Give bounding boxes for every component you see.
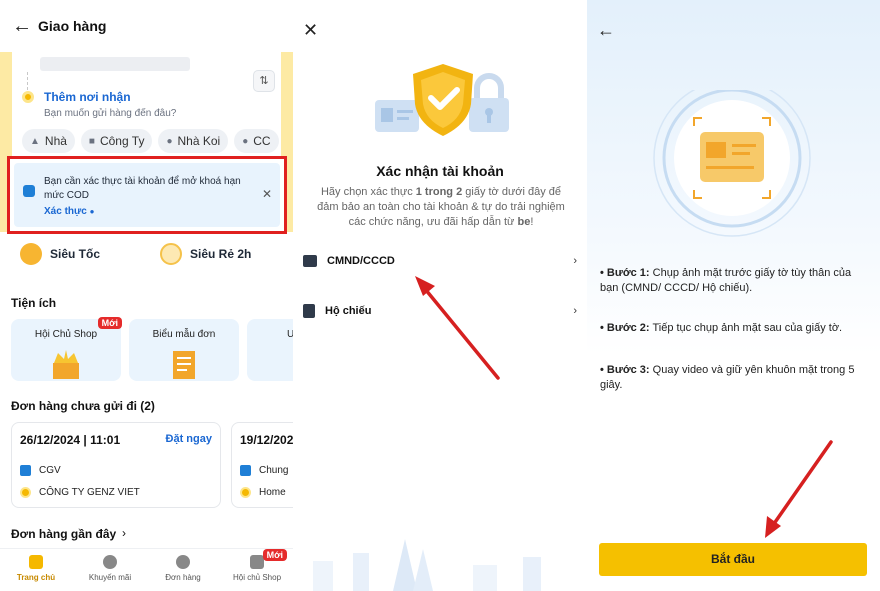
gear-icon: [103, 555, 117, 569]
location-pin-icon: [240, 487, 251, 498]
saved-place-chip[interactable]: ● CC: [234, 129, 279, 153]
verify-link[interactable]: Xác thực ●: [44, 206, 94, 217]
account-verification-screen: ✕ Xác nhận tài khoản Hãy chọn xác thực 1…: [293, 0, 587, 591]
location-pin-icon: [22, 91, 34, 103]
nav-promotions[interactable]: Khuyến mãi: [78, 553, 142, 582]
saved-place-chip[interactable]: ▲ Nhà: [22, 129, 75, 153]
verification-description: Hãy chọn xác thực 1 trong 2 giấy tờ dưới…: [317, 186, 565, 228]
delivery-home-screen: ⇅ Thêm nơi nhận Bạn muốn gửi hàng đến đâ…: [0, 0, 293, 591]
clipboard-icon: [173, 351, 195, 379]
nav-shop-club[interactable]: Hội chủ Shop Mới: [225, 549, 289, 582]
chevron-right-icon: ›: [573, 255, 577, 267]
info-icon: ●: [89, 207, 95, 216]
location-pin-icon: [20, 487, 31, 498]
store-icon: [20, 465, 31, 476]
step-2: • Bước 2: Tiếp tục chụp ảnh mặt sau của …: [600, 322, 843, 334]
shop-icon: [250, 555, 264, 569]
back-arrow-icon[interactable]: ←: [597, 20, 615, 41]
page-title: Xác nhận tài khoản: [376, 163, 504, 179]
back-arrow-icon[interactable]: ←: [12, 15, 36, 38]
new-badge: Mới: [97, 317, 122, 329]
location-pin-icon: ●: [166, 135, 173, 147]
saved-place-chip[interactable]: ■ Công Ty: [80, 129, 153, 153]
passport-icon: [303, 304, 315, 318]
home-icon: ▲: [30, 135, 40, 147]
id-card-icon: [303, 255, 317, 267]
recent-orders-title[interactable]: Đơn hàng gần đây: [11, 527, 116, 541]
app-header: ← Giao hàng: [0, 0, 293, 52]
pending-orders-title: Đơn hàng chưa gửi đi (2): [11, 399, 155, 413]
saved-places: ▲ Nhà ■ Công Ty ● Nhà Koi ● CC: [22, 129, 279, 153]
service-super-fast[interactable]: Siêu Tốc: [20, 240, 100, 268]
order-card[interactable]: 26/12/2024 | 11:01 Đặt ngay CGV CÔNG TY …: [11, 422, 221, 508]
close-icon[interactable]: ✕: [303, 20, 318, 41]
id-card-scan-icon: [653, 90, 811, 237]
highlighted-verification-banner: Bạn cần xác thực tài khoản để mở khoá hạ…: [7, 156, 287, 234]
page-title: Giao hàng: [38, 18, 107, 34]
utility-order-templates[interactable]: Biểu mẫu đơn: [129, 319, 239, 381]
city-skyline-decoration: [313, 539, 541, 591]
location-pin-icon: ●: [242, 135, 249, 147]
pointer-arrow: [415, 276, 500, 380]
step-1: • Bước 1: Chụp ảnh mặt trước giấy tờ tùy…: [600, 267, 852, 294]
service-super-cheap[interactable]: Siêu Rẻ 2h: [160, 240, 251, 268]
utilities-title: Tiện ích: [11, 296, 57, 310]
start-button[interactable]: Bắt đầu: [599, 543, 867, 576]
sender-address-placeholder: [40, 57, 190, 71]
pointer-arrow: [765, 440, 833, 538]
shield-check-icon: [375, 64, 509, 136]
chevron-right-icon: ›: [573, 305, 577, 317]
wallet-icon: [23, 185, 35, 197]
nav-home[interactable]: Trang chủ: [4, 553, 68, 582]
clock-icon: [160, 243, 182, 265]
clock-icon: [176, 555, 190, 569]
step-3: • Bước 3: Quay video và giữ yên khuôn mặ…: [600, 364, 855, 391]
store-icon: [240, 465, 251, 476]
order-now-button[interactable]: Đặt ngay: [166, 433, 212, 445]
utility-shop-owners-club[interactable]: Hội Chủ Shop Mới: [11, 317, 122, 381]
verification-steps-screen: ← • Bước 1: Chụp ảnh mặt trước giấy tờ t…: [587, 0, 880, 591]
swap-address-button[interactable]: ⇅: [253, 70, 275, 92]
verification-message: Bạn cần xác thực tài khoản để mở khoá hạ…: [44, 176, 241, 201]
nav-orders[interactable]: Đơn hàng: [151, 553, 215, 582]
briefcase-icon: ■: [88, 135, 95, 147]
recipient-prompt: Bạn muốn gửi hàng đến đâu?: [44, 108, 177, 119]
add-recipient-link[interactable]: Thêm nơi nhận: [44, 90, 131, 104]
bottom-navigation: Trang chủ Khuyến mãi Đơn hàng Hội chủ Sh…: [0, 548, 293, 591]
package-icon: [20, 243, 42, 265]
saved-place-chip[interactable]: ● Nhà Koi: [158, 129, 229, 153]
chevron-right-icon[interactable]: ›: [122, 526, 126, 540]
new-badge: Mới: [262, 549, 287, 561]
close-icon[interactable]: ✕: [262, 187, 272, 201]
utility-more[interactable]: U: [247, 319, 293, 381]
order-card[interactable]: 19/12/202 Chung Home: [231, 422, 293, 508]
home-icon: [29, 555, 43, 569]
crown-icon: [53, 350, 79, 379]
